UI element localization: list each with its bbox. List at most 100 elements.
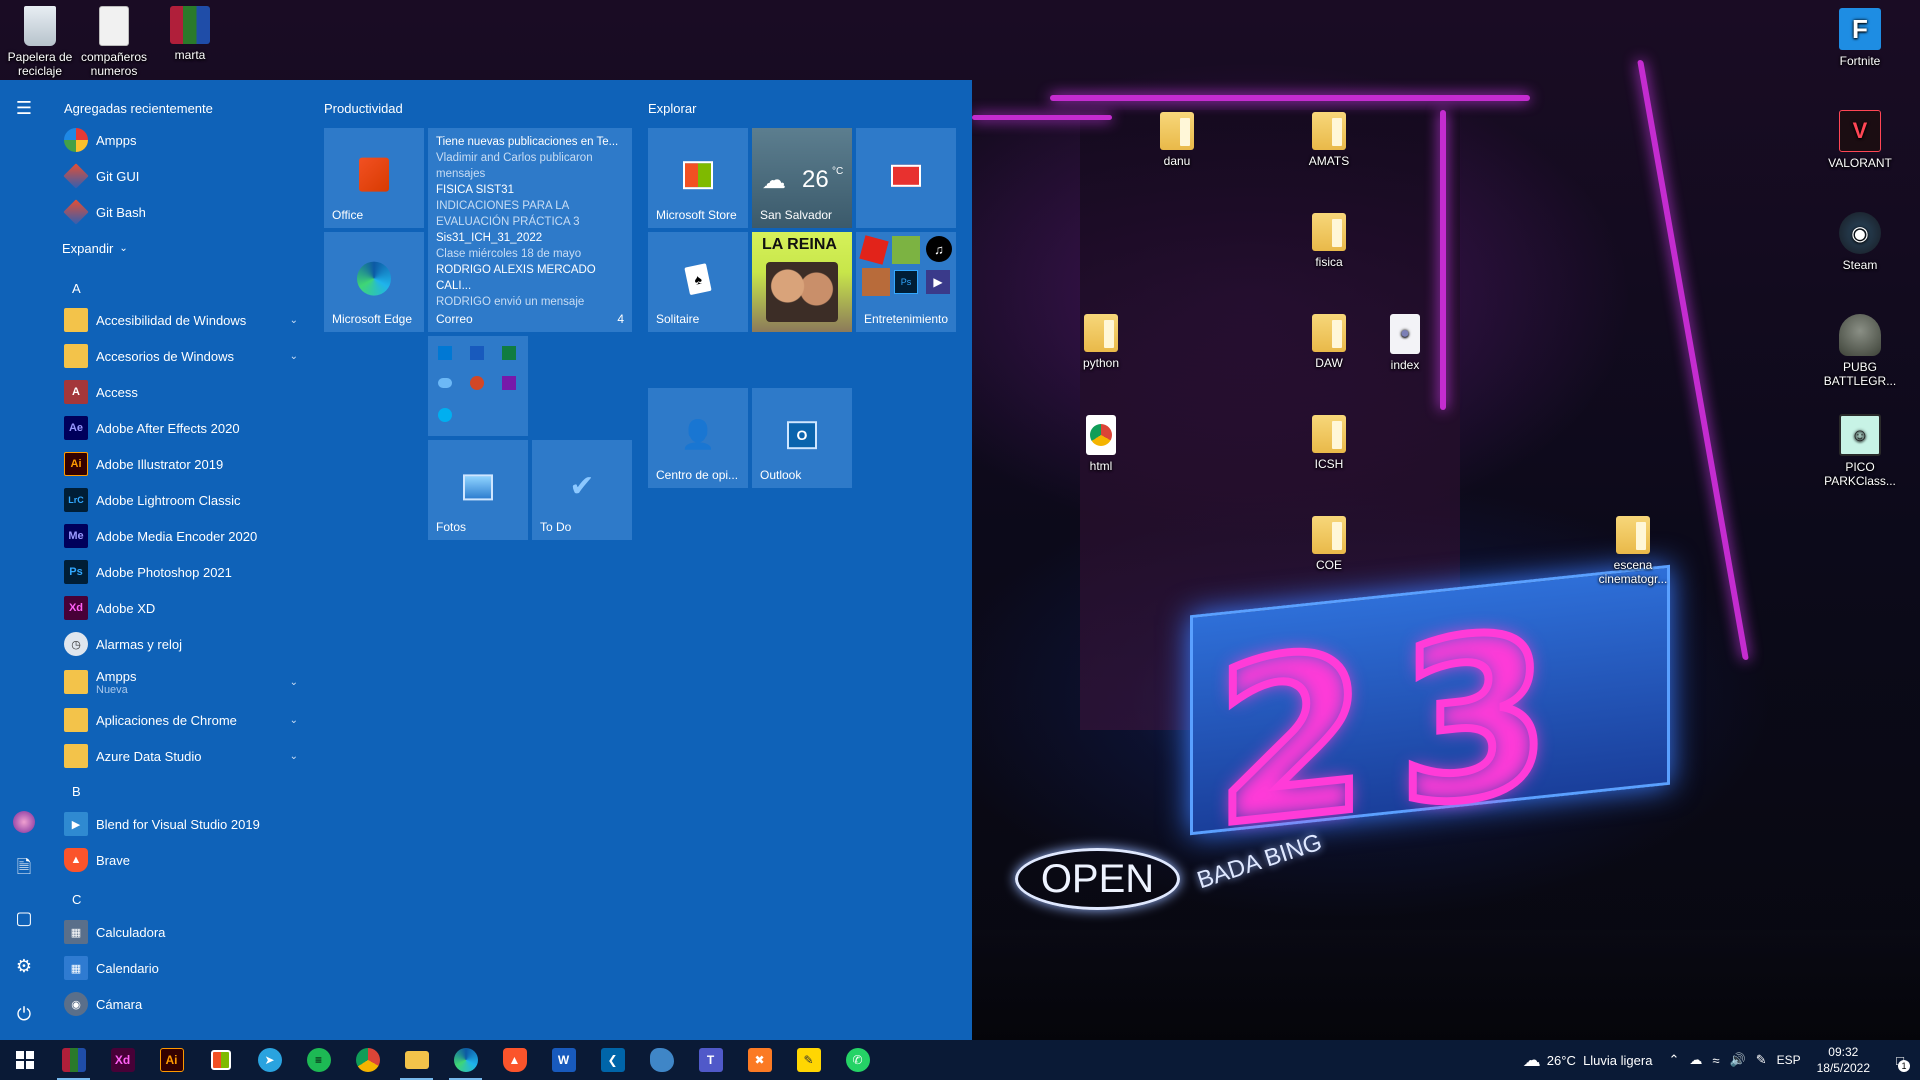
- desktop-file-html[interactable]: html: [1061, 415, 1141, 473]
- onenote-mini-icon: [502, 376, 516, 390]
- taskbar-store[interactable]: [196, 1040, 245, 1080]
- group-title-productividad[interactable]: Productividad: [324, 101, 403, 116]
- app-after-effects[interactable]: Ae Adobe After Effects 2020: [56, 410, 306, 446]
- taskbar-teams[interactable]: T: [686, 1040, 735, 1080]
- app-chrome-apps[interactable]: Aplicaciones de Chrome ⌄: [56, 702, 306, 738]
- access-icon: A: [64, 380, 88, 404]
- desktop-folder-fisica[interactable]: fisica: [1289, 213, 1369, 269]
- start-button[interactable]: [0, 1040, 49, 1080]
- app-brave[interactable]: ▲ Brave: [56, 842, 306, 878]
- taskbar-mysql-workbench[interactable]: [637, 1040, 686, 1080]
- app-lightroom[interactable]: LrC Adobe Lightroom Classic: [56, 482, 306, 518]
- tile-weather[interactable]: ☁ 26 °C San Salvador: [752, 128, 852, 228]
- recent-app-ampps[interactable]: Ampps: [56, 122, 306, 158]
- desktop-icon-recycle-bin[interactable]: Papelera de reciclaje: [0, 6, 80, 78]
- clock[interactable]: 09:32 18/5/2022: [1817, 1044, 1870, 1076]
- tile-todo[interactable]: ✔ To Do: [532, 440, 632, 540]
- chevron-down-icon[interactable]: ⌄: [290, 751, 298, 762]
- desktop-icon-doc[interactable]: compañeros numeros: [74, 6, 154, 78]
- recent-app-git-bash[interactable]: Git Bash: [56, 194, 306, 230]
- desktop-file-index[interactable]: ● index: [1365, 314, 1445, 372]
- network-icon[interactable]: ≈: [1712, 1053, 1719, 1068]
- desktop-icon-steam[interactable]: ◉ Steam: [1820, 212, 1900, 272]
- tile-mail[interactable]: Tiene nuevas publicaciones en Te... Vlad…: [428, 128, 632, 332]
- camera-icon: ◉: [64, 992, 88, 1016]
- taskbar-spotify[interactable]: ≡: [294, 1040, 343, 1080]
- taskbar-whatsapp[interactable]: ✆: [833, 1040, 882, 1080]
- app-photoshop[interactable]: Ps Adobe Photoshop 2021: [56, 554, 306, 590]
- notification-center-icon[interactable]: □ 1: [1880, 1040, 1920, 1080]
- app-calculadora[interactable]: ▦ Calculadora: [56, 914, 306, 950]
- desktop-icon-fortnite[interactable]: F Fortnite: [1820, 8, 1900, 68]
- tile-music[interactable]: LA REINA: [752, 232, 852, 332]
- app-camara[interactable]: ◉ Cámara: [56, 986, 306, 1022]
- taskbar-illustrator[interactable]: Ai: [147, 1040, 196, 1080]
- taskbar-winrar[interactable]: [49, 1040, 98, 1080]
- desktop-folder-daw[interactable]: DAW: [1289, 314, 1369, 370]
- app-ampps-folder[interactable]: Ampps Nueva ⌄: [56, 662, 306, 702]
- app-alarmas[interactable]: ◷ Alarmas y reloj: [56, 626, 306, 662]
- expand-button[interactable]: Expandir ⌄: [62, 230, 308, 266]
- taskbar-file-explorer[interactable]: [392, 1040, 441, 1080]
- hamburger-menu-icon[interactable]: ☰: [0, 88, 48, 128]
- letter-header-b[interactable]: B: [72, 784, 81, 799]
- recent-app-git-gui[interactable]: Git GUI: [56, 158, 306, 194]
- taskbar-word[interactable]: W: [539, 1040, 588, 1080]
- letter-header-a[interactable]: A: [72, 281, 81, 296]
- tile-centro-opiniones[interactable]: 👤 Centro de opi...: [648, 388, 748, 488]
- onedrive-icon[interactable]: ☁: [1689, 1052, 1702, 1068]
- desktop-icon-valorant[interactable]: V VALORANT: [1820, 110, 1900, 170]
- desktop-icon-archive[interactable]: marta: [150, 6, 230, 62]
- taskbar-edge[interactable]: [441, 1040, 490, 1080]
- group-title-explorar[interactable]: Explorar: [648, 101, 696, 116]
- documents-icon[interactable]: 🗎: [0, 850, 48, 890]
- desktop-folder-icsh[interactable]: ICSH: [1289, 415, 1369, 471]
- user-avatar-icon[interactable]: [0, 802, 48, 842]
- app-illustrator[interactable]: Ai Adobe Illustrator 2019: [56, 446, 306, 482]
- tile-office-apps[interactable]: [428, 336, 528, 436]
- app-adobe-xd[interactable]: Xd Adobe XD: [56, 590, 306, 626]
- tile-outlook[interactable]: O Outlook: [752, 388, 852, 488]
- settings-gear-icon[interactable]: ⚙: [0, 946, 48, 986]
- app-access[interactable]: A Access: [56, 374, 306, 410]
- app-accesibilidad[interactable]: Accesibilidad de Windows ⌄: [56, 302, 306, 338]
- pictures-icon[interactable]: ▢: [0, 898, 48, 938]
- letter-header-c[interactable]: C: [72, 892, 81, 907]
- taskbar-vscode[interactable]: ❮: [588, 1040, 637, 1080]
- desktop-icon-pubg[interactable]: PUBG BATTLEGR...: [1820, 314, 1900, 388]
- desktop-icon-picopark[interactable]: ☺ PICO PARKClass...: [1820, 414, 1900, 488]
- tile-edge[interactable]: Microsoft Edge: [324, 232, 424, 332]
- tile-news[interactable]: [856, 128, 956, 228]
- chevron-up-icon[interactable]: ⌃: [1668, 1052, 1679, 1068]
- volume-icon[interactable]: 🔊: [1730, 1052, 1746, 1068]
- taskbar-xampp[interactable]: ✖: [735, 1040, 784, 1080]
- weather-widget[interactable]: ☁ 26°C Lluvia ligera: [1523, 1050, 1653, 1071]
- pen-icon[interactable]: ✎: [1756, 1052, 1767, 1068]
- chevron-down-icon[interactable]: ⌄: [290, 677, 298, 688]
- tile-store[interactable]: Microsoft Store: [648, 128, 748, 228]
- tile-fotos[interactable]: Fotos: [428, 440, 528, 540]
- tile-solitaire[interactable]: ♠ Solitaire: [648, 232, 748, 332]
- chevron-down-icon[interactable]: ⌄: [290, 351, 298, 362]
- taskbar-sticky-notes[interactable]: ✎: [784, 1040, 833, 1080]
- desktop-folder-coe[interactable]: COE: [1289, 516, 1369, 572]
- language-indicator[interactable]: ESP: [1777, 1053, 1801, 1067]
- app-accesorios[interactable]: Accesorios de Windows ⌄: [56, 338, 306, 374]
- taskbar-telegram[interactable]: ➤: [245, 1040, 294, 1080]
- power-icon[interactable]: ⏻: [0, 994, 48, 1034]
- taskbar-chrome[interactable]: [343, 1040, 392, 1080]
- taskbar-adobe-xd[interactable]: Xd: [98, 1040, 147, 1080]
- tile-office[interactable]: Office: [324, 128, 424, 228]
- desktop-folder-danu[interactable]: danu: [1137, 112, 1217, 168]
- chevron-down-icon[interactable]: ⌄: [290, 715, 298, 726]
- app-blend[interactable]: ▶ Blend for Visual Studio 2019: [56, 806, 306, 842]
- app-azure-data-studio[interactable]: Azure Data Studio ⌄: [56, 738, 306, 774]
- taskbar-brave[interactable]: ▲: [490, 1040, 539, 1080]
- chevron-down-icon[interactable]: ⌄: [290, 315, 298, 326]
- desktop-folder-amats[interactable]: AMATS: [1289, 112, 1369, 168]
- desktop-folder-python[interactable]: python: [1061, 314, 1141, 370]
- app-media-encoder[interactable]: Me Adobe Media Encoder 2020: [56, 518, 306, 554]
- desktop-folder-escena[interactable]: escena cinematogr...: [1593, 516, 1673, 586]
- app-calendario[interactable]: ▦ Calendario: [56, 950, 306, 986]
- tile-entretenimiento[interactable]: ♫ Ps ▶ Entretenimiento: [856, 232, 956, 332]
